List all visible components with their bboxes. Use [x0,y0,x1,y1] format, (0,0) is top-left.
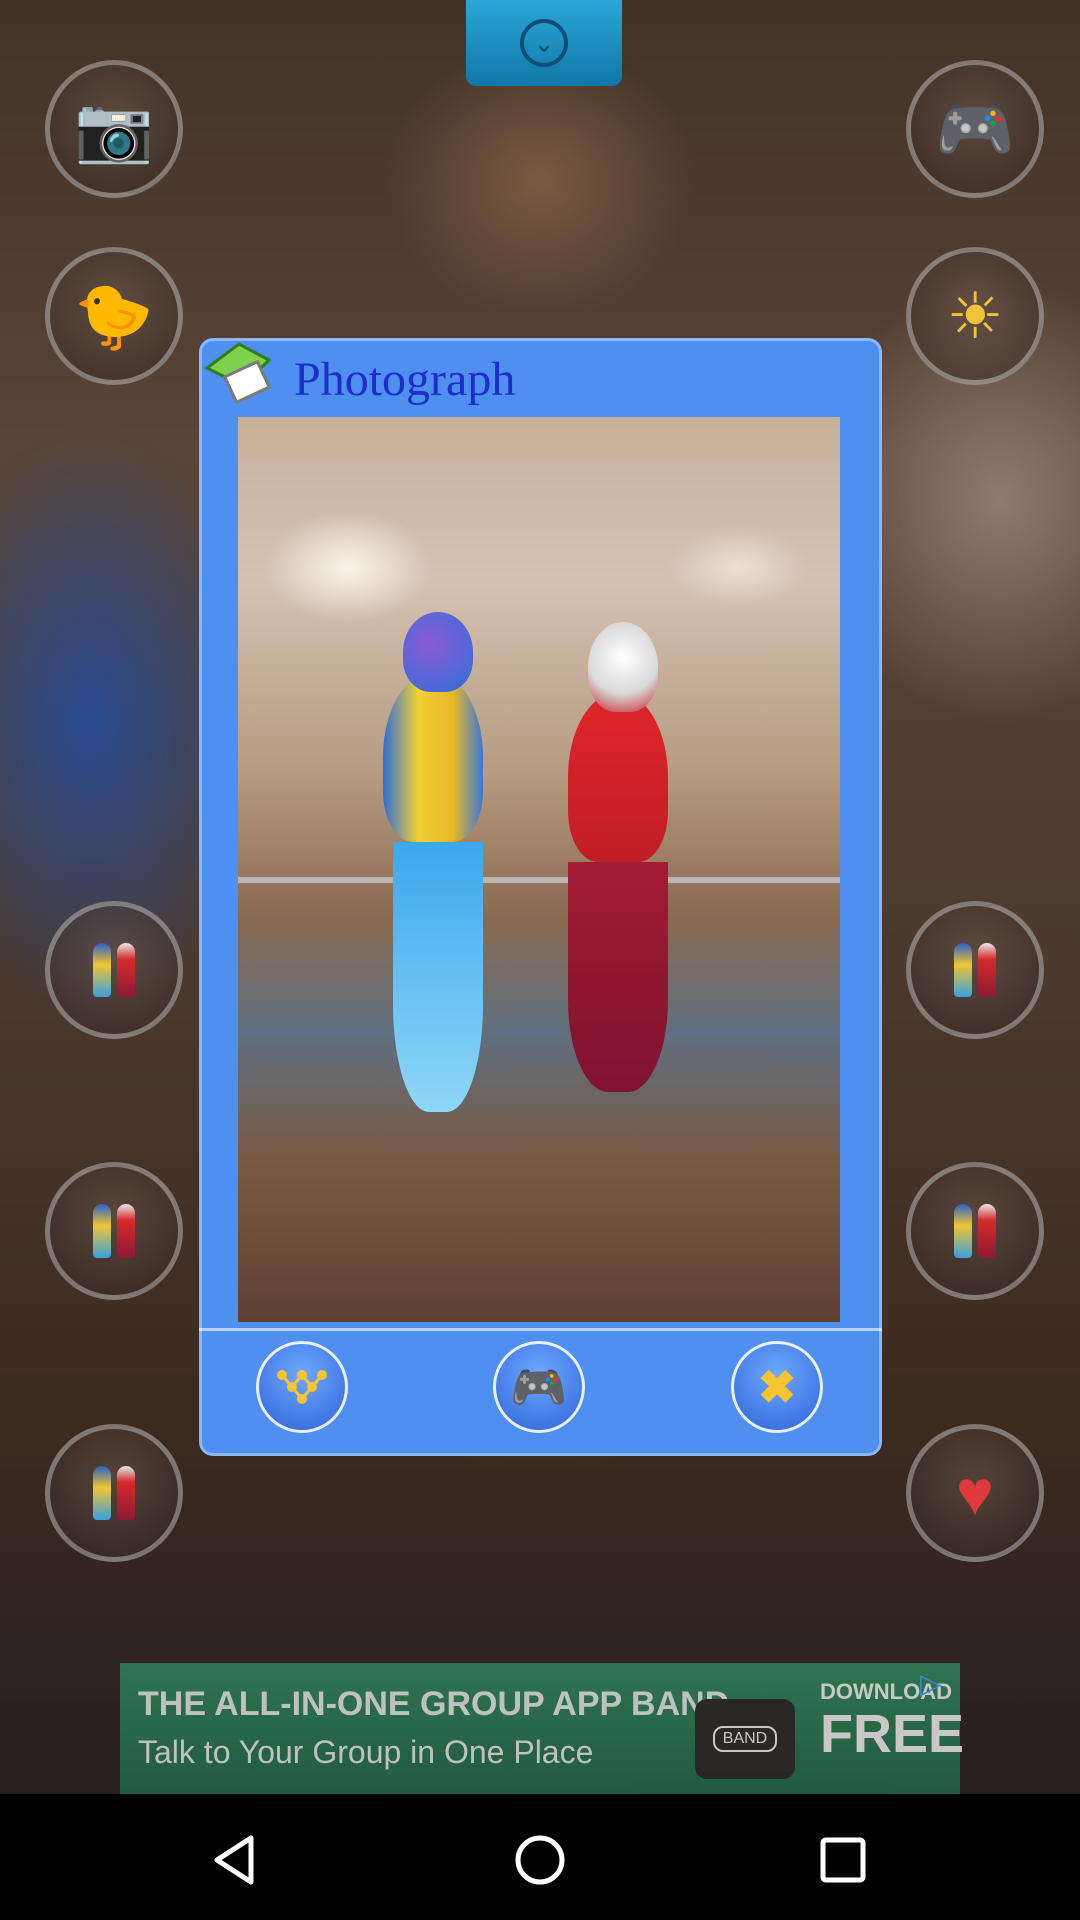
sticker-button[interactable]: 🐤 [45,247,183,385]
parrot-scene-button-1[interactable] [45,901,183,1039]
parrot-thumbnail-icon [954,943,996,997]
ad-headline: THE ALL-IN-ONE GROUP APP BAND [138,1685,730,1723]
ad-cta-main: FREE [820,1704,965,1764]
favorite-button[interactable]: ♥ [906,1424,1044,1562]
recent-apps-icon[interactable] [813,1830,873,1890]
parrot-thumbnail-icon [93,1204,135,1258]
heart-icon: ♥ [956,1457,994,1529]
parrot-thumbnail-icon [93,1466,135,1520]
ad-banner[interactable]: THE ALL-IN-ONE GROUP APP BAND Talk to Yo… [120,1663,964,1794]
perch [238,877,840,883]
captured-photo [238,417,840,1322]
gamepad-icon: 🎮 [935,93,1015,165]
ad-badge-label: BAND [712,1726,778,1752]
close-icon: ✖ [757,1361,797,1413]
photograph-dialog: Photograph 🎮 ✖ [199,338,882,1456]
parrot-scene-button-2[interactable] [45,1162,183,1300]
camera-icon: 📷 [74,93,154,165]
games-button[interactable]: 🎮 [906,60,1044,198]
parrot-scene-button-3[interactable] [45,1424,183,1562]
parrot-thumbnail-icon [954,1204,996,1258]
parrot-scene-button-4[interactable] [906,901,1044,1039]
navigation-bar [0,1794,1080,1920]
share-button[interactable] [256,1341,348,1433]
top-menu-handle[interactable]: ⌄ [466,0,622,86]
gamepad-icon: 🎮 [510,1361,568,1413]
dialog-divider [199,1328,882,1331]
close-button[interactable]: ✖ [731,1341,823,1433]
chevron-down-icon: ⌄ [520,19,568,67]
back-icon[interactable] [205,1830,265,1890]
ad-subline: Talk to Your Group in One Place [138,1734,594,1770]
share-network-icon [277,1370,327,1404]
photo-share-icon [204,342,272,405]
parrot-thumbnail-icon [93,943,135,997]
brightness-button[interactable]: ☀ [906,247,1044,385]
game-button[interactable]: 🎮 [493,1341,585,1433]
camera-button[interactable]: 📷 [45,60,183,198]
dialog-title: Photograph [294,353,516,406]
home-icon[interactable] [510,1830,570,1890]
band-app-icon: BAND [695,1699,795,1779]
ad-choices-icon[interactable]: ▷ [920,1669,950,1699]
parrot-scene-button-5[interactable] [906,1162,1044,1300]
chick-sticker-icon: 🐤 [74,280,154,352]
sun-icon: ☀ [946,280,1004,352]
